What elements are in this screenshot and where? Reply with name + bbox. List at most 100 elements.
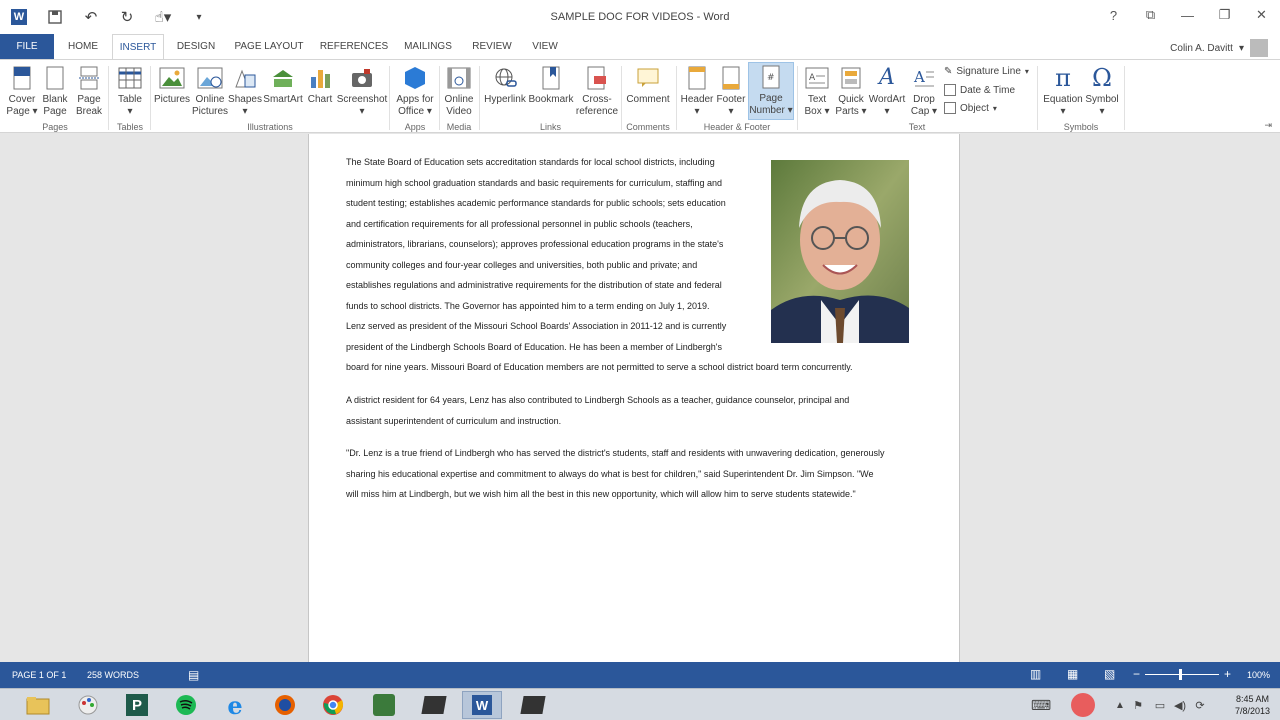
tab-view[interactable]: VIEW	[526, 34, 564, 60]
cross-reference-button[interactable]: Cross-reference	[576, 64, 618, 118]
wordart-button[interactable]: A WordArt ▾	[868, 64, 906, 118]
zoom-in-icon[interactable]: +	[1224, 667, 1231, 681]
clock-date: 7/8/2013	[1234, 706, 1270, 716]
flag-icon[interactable]: ⚑	[1128, 691, 1148, 719]
text-line: board for nine years. Missouri Board of …	[346, 362, 853, 372]
app-icon[interactable]	[513, 691, 553, 719]
text-line: president of the Lindbergh Schools Board…	[346, 341, 722, 352]
chrome-icon[interactable]	[313, 691, 353, 719]
bookmark-button[interactable]: Bookmark	[528, 64, 574, 106]
evernote-icon[interactable]	[364, 691, 404, 719]
help-button[interactable]: ?	[1095, 0, 1132, 30]
svg-text:#: #	[767, 73, 775, 83]
firefox-icon[interactable]	[265, 691, 305, 719]
print-layout-icon[interactable]: ▦	[1067, 667, 1078, 681]
read-mode-icon[interactable]: ▥	[1030, 667, 1041, 681]
group-label-illustrations: Illustrations	[247, 122, 293, 132]
footer-button[interactable]: Footer ▾	[714, 64, 748, 118]
word-count[interactable]: 258 WORDS	[87, 670, 139, 680]
tab-mailings[interactable]: MAILINGS	[398, 34, 458, 60]
header-button[interactable]: Header ▾	[680, 64, 714, 118]
symbol-button[interactable]: Ω Symbol ▾	[1084, 64, 1120, 118]
tab-home[interactable]: HOME	[58, 34, 108, 60]
shapes-button[interactable]: Shapes ▾	[228, 64, 262, 118]
zoom-level[interactable]: 100%	[1247, 670, 1270, 680]
clock[interactable]: 8:45 AM 7/8/2013	[1235, 693, 1270, 717]
ribbon-tabs: FILE HOME INSERT DESIGN PAGE LAYOUT REFE…	[0, 34, 1280, 60]
app-icon[interactable]	[414, 691, 454, 719]
internet-explorer-icon[interactable]: e	[215, 691, 255, 720]
tab-review[interactable]: REVIEW	[468, 34, 516, 60]
pictures-button[interactable]: Pictures	[154, 64, 190, 106]
notification-icon[interactable]	[1071, 693, 1095, 717]
paint-app-icon[interactable]	[68, 691, 108, 719]
online-pictures-button[interactable]: Online Pictures	[192, 64, 228, 118]
date-time-button[interactable]: Date & Time	[944, 84, 1015, 96]
hyperlink-button[interactable]: Hyperlink	[483, 64, 527, 106]
collapse-ribbon-icon[interactable]: ⇥	[1264, 120, 1272, 131]
screenshot-button[interactable]: Screenshot ▾	[337, 64, 387, 118]
equation-button[interactable]: π Equation ▾	[1042, 64, 1084, 118]
quick-parts-button[interactable]: Quick Parts ▾	[835, 64, 867, 118]
zoom-out-icon[interactable]: −	[1133, 667, 1140, 681]
paragraph-board-duties[interactable]: The State Board of Education sets accred…	[346, 152, 853, 378]
user-account[interactable]: Colin A. Davitt ▾	[1170, 39, 1268, 57]
tab-design[interactable]: DESIGN	[170, 34, 222, 60]
network-icon[interactable]: ▭	[1150, 691, 1170, 719]
text-line: assistant superintendent of curriculum a…	[346, 415, 562, 426]
tab-file[interactable]: FILE	[0, 34, 54, 60]
object-button[interactable]: Object ▾	[944, 102, 997, 114]
portrait-photo[interactable]	[771, 160, 909, 343]
signature-line-button[interactable]: ✎ Signature Line ▾	[944, 66, 1029, 77]
chart-icon	[306, 64, 334, 92]
tab-references[interactable]: REFERENCES	[318, 34, 390, 60]
paragraph-district-resident[interactable]: A district resident for 64 years, Lenz h…	[346, 390, 936, 431]
divider	[1124, 66, 1125, 130]
close-button[interactable]: ✕	[1243, 0, 1280, 30]
web-layout-icon[interactable]: ▧	[1104, 667, 1115, 681]
divider	[676, 66, 677, 130]
proofing-icon[interactable]: ▤	[188, 668, 199, 682]
spotify-icon[interactable]	[166, 691, 206, 719]
page-break-button[interactable]: Page Break	[74, 64, 104, 118]
drop-cap-button[interactable]: A Drop Cap ▾	[908, 64, 940, 118]
blank-page-button[interactable]: Blank Page	[40, 64, 70, 118]
chart-button[interactable]: Chart	[305, 64, 335, 106]
keyboard-icon[interactable]: ⌨	[1026, 691, 1056, 719]
group-label-symbols: Symbols	[1063, 122, 1099, 132]
apps-for-office-button[interactable]: Apps for Office ▾	[394, 64, 436, 118]
restore-button[interactable]: ❐	[1206, 0, 1243, 30]
file-explorer-icon[interactable]	[18, 691, 58, 719]
page-count[interactable]: PAGE 1 OF 1	[12, 670, 66, 680]
text-line: sharing his educational expertise and co…	[346, 468, 874, 479]
zoom-slider[interactable]	[1145, 674, 1219, 675]
tray-icon[interactable]: ▲	[1110, 691, 1130, 719]
zoom-slider-thumb[interactable]	[1179, 669, 1182, 680]
header-icon	[683, 64, 711, 92]
chevron-down-icon: ▾	[1238, 42, 1244, 54]
volume-icon[interactable]: ◀)	[1170, 691, 1190, 719]
blank-page-icon	[41, 64, 69, 92]
object-icon	[944, 102, 956, 114]
word-taskbar-icon[interactable]: W	[462, 691, 502, 719]
comment-button[interactable]: Comment	[625, 64, 671, 106]
cover-page-button[interactable]: Cover Page ▾	[6, 64, 38, 118]
table-button[interactable]: Table ▾	[114, 64, 146, 118]
paragraph-quote[interactable]: "Dr. Lenz is a true friend of Lindbergh …	[346, 443, 936, 505]
text-box-button[interactable]: A Text Box ▾	[801, 64, 833, 118]
smartart-button[interactable]: SmartArt	[263, 64, 303, 106]
page-number-button[interactable]: # Page Number ▾	[748, 62, 794, 120]
ribbon-display-options-button[interactable]: ⧉	[1132, 0, 1169, 30]
publisher-icon[interactable]: P	[117, 691, 157, 719]
tab-insert[interactable]: INSERT	[112, 34, 164, 60]
quick-parts-icon	[837, 64, 865, 92]
text-line: and certification requirements for all p…	[346, 218, 693, 229]
tab-page-layout[interactable]: PAGE LAYOUT	[230, 34, 308, 60]
taskbar: P e W ⌨ ▲ ⚑ ▭ ◀) ⟳ 8:45 AM 7/8/2013	[0, 688, 1280, 720]
divider	[389, 66, 390, 130]
divider	[150, 66, 151, 130]
sync-icon[interactable]: ⟳	[1190, 691, 1210, 719]
online-pictures-icon	[196, 64, 224, 92]
minimize-button[interactable]: —	[1169, 0, 1206, 30]
online-video-button[interactable]: Online Video	[442, 64, 476, 118]
